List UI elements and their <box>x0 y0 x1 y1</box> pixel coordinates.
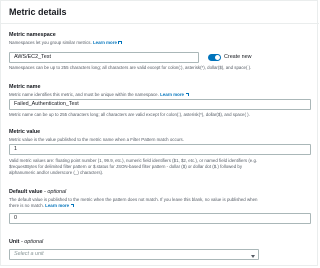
caret-down-icon <box>251 255 255 258</box>
external-link-icon <box>185 92 189 97</box>
metric-name-input[interactable]: Failed_Authentication_Test <box>9 99 311 110</box>
default-value-learn-more-link[interactable]: Learn more <box>45 203 75 208</box>
metric-value-description: Metric value is the value published to t… <box>9 137 184 142</box>
create-new-toggle[interactable] <box>208 54 221 61</box>
create-new-label: Create new <box>224 54 252 60</box>
metric-name-label: Metric name <box>9 84 41 90</box>
metric-name-constraint: Metric name can be up to 255 characters … <box>9 112 250 117</box>
metric-details-panel: Metric details Metric namespace Namespac… <box>0 0 319 266</box>
namespace-constraint: Namespaces can be up to 255 characters l… <box>9 65 252 70</box>
metric-name-learn-more-link[interactable]: Learn more <box>160 92 189 97</box>
namespace-learn-more-link[interactable]: Learn more <box>93 40 122 45</box>
default-value-label: Default value - optional <box>9 189 67 195</box>
namespace-input[interactable]: AWS/EC2_Test <box>9 52 199 63</box>
metric-value-input[interactable]: 1 <box>9 144 311 155</box>
unit-label: Unit - optional <box>9 239 44 245</box>
namespace-label: Metric namespace <box>9 32 56 38</box>
panel-title: Metric details <box>9 7 67 17</box>
header-divider <box>1 23 319 24</box>
metric-value-constraint-line: alphanumeric and/or underscore (_) chara… <box>9 170 104 175</box>
toggle-knob <box>215 55 220 60</box>
external-link-icon <box>70 203 75 208</box>
default-value-input[interactable]: 0 <box>9 213 311 224</box>
namespace-description: Namespaces let you group similar metrics… <box>9 40 122 46</box>
metric-name-description: Metric name identifies this metric, and … <box>9 92 189 98</box>
external-link-icon <box>118 40 122 45</box>
default-value-description-line: there is no match. Learn more <box>9 203 75 209</box>
metric-value-label: Metric value <box>9 129 41 135</box>
unit-select[interactable]: Select a unit <box>9 249 259 260</box>
